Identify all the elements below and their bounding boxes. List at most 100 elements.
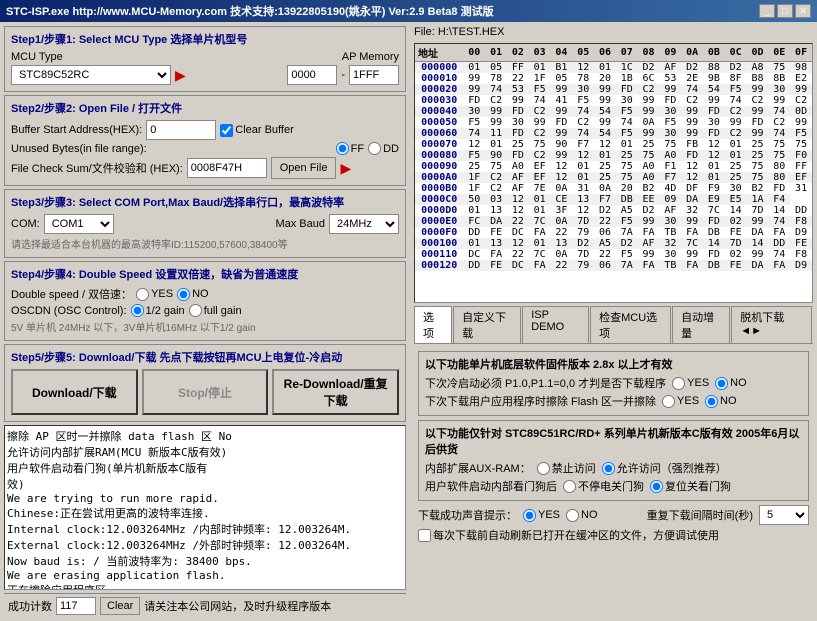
hex-data-cell: 54 bbox=[594, 106, 616, 117]
opt1-no-radio[interactable] bbox=[715, 377, 728, 390]
hex-data-cell: 74 bbox=[572, 106, 594, 117]
hex-data-cell: 79 bbox=[572, 260, 594, 271]
download-button[interactable]: Download/下载 bbox=[11, 369, 138, 415]
double-speed-no[interactable]: NO bbox=[177, 288, 209, 301]
wdt-reset[interactable]: 复位关看门狗 bbox=[650, 478, 731, 494]
hex-addr-cell: 000090 bbox=[415, 161, 463, 172]
hex-row: 0000902575A0EF12012575A0F11201257580FF bbox=[415, 161, 812, 172]
ap-start-input[interactable] bbox=[287, 65, 337, 85]
tab-4[interactable]: 自动增量 bbox=[672, 306, 730, 343]
double-speed-yes[interactable]: YES bbox=[136, 288, 173, 301]
aux-enable[interactable]: 允许访问（强烈推荐） bbox=[602, 460, 727, 476]
hex-data-cell: F8 bbox=[790, 216, 812, 227]
opt1-no[interactable]: NO bbox=[715, 377, 747, 390]
maximize-button[interactable]: □ bbox=[777, 4, 793, 18]
buffer-addr-input[interactable] bbox=[146, 120, 216, 140]
hex-data-cell: F5 bbox=[463, 150, 485, 161]
minimize-button[interactable]: _ bbox=[759, 4, 775, 18]
unused-bytes-label: Unused Bytes(in file range): bbox=[11, 143, 147, 155]
hex-data-cell: F7 bbox=[659, 172, 681, 183]
sound-no-radio[interactable] bbox=[566, 509, 579, 522]
half-gain-option[interactable]: 1/2 gain bbox=[131, 304, 185, 317]
hex-data-cell: 79 bbox=[572, 227, 594, 238]
ff-radio[interactable] bbox=[336, 142, 349, 155]
hex-data-cell: FA bbox=[768, 227, 790, 238]
clear-buffer-label[interactable]: Clear Buffer bbox=[220, 124, 294, 137]
hex-data-cell: 99 bbox=[507, 95, 529, 106]
aux-disable[interactable]: 禁止访问 bbox=[537, 460, 596, 476]
hex-data-cell: DD bbox=[463, 227, 485, 238]
dd-option[interactable]: DD bbox=[368, 142, 399, 155]
hex-addr-cell: 000010 bbox=[415, 73, 463, 84]
ff-option[interactable]: FF bbox=[336, 142, 364, 155]
dd-radio[interactable] bbox=[368, 142, 381, 155]
redownload-interval-select[interactable]: 5310 bbox=[759, 505, 809, 525]
opt1-yes[interactable]: YES bbox=[672, 377, 709, 390]
ap-end-input[interactable] bbox=[349, 65, 399, 85]
hex-data-cell: 99 bbox=[638, 128, 660, 139]
aux-enable-radio[interactable] bbox=[602, 462, 615, 475]
opt2-no-radio[interactable] bbox=[705, 395, 718, 408]
wdt-no-stop[interactable]: 不停电关门狗 bbox=[563, 478, 644, 494]
tab-5[interactable]: 脱机下载 ◄► bbox=[731, 306, 812, 343]
stop-button[interactable]: Stop/停止 bbox=[142, 369, 269, 415]
hex-col-header: 01 bbox=[485, 44, 507, 62]
hex-addr-cell: 000100 bbox=[415, 238, 463, 249]
open-file-button[interactable]: Open File bbox=[271, 157, 337, 179]
hex-data-cell: C2 bbox=[485, 95, 507, 106]
success-count-input[interactable] bbox=[56, 597, 96, 615]
hex-data-cell: DC bbox=[507, 260, 529, 271]
hex-data-cell: A0 bbox=[638, 172, 660, 183]
hex-data-cell: 99 bbox=[638, 216, 660, 227]
hex-data-cell: A5 bbox=[616, 205, 638, 216]
half-gain-radio[interactable] bbox=[131, 304, 144, 317]
redownload-button[interactable]: Re-Download/重复下载 bbox=[272, 369, 399, 415]
double-speed-yes-radio[interactable] bbox=[136, 288, 149, 301]
opt2-yes[interactable]: YES bbox=[662, 395, 699, 408]
aux-disable-radio[interactable] bbox=[537, 462, 550, 475]
hex-data-cell: 7A bbox=[616, 260, 638, 271]
hex-data-cell: 74 bbox=[572, 128, 594, 139]
hex-data-cell: 7C bbox=[681, 238, 703, 249]
hex-row: 0001000113120113D2A5D2AF327C147D14DDFE bbox=[415, 238, 812, 249]
hex-data-cell: 99 bbox=[594, 117, 616, 128]
full-gain-radio[interactable] bbox=[189, 304, 202, 317]
hex-row: 000050F5993099FDC299740AF5993099FDC299 bbox=[415, 117, 812, 128]
wdt-reset-radio[interactable] bbox=[650, 480, 663, 493]
hex-data-cell: D2 bbox=[616, 238, 638, 249]
tab-2[interactable]: ISP DEMO bbox=[522, 306, 589, 343]
tab-1[interactable]: 自定义下载 bbox=[453, 306, 521, 343]
option-row2-label: 下次下载用户应用程序时擦除 Flash 区一并擦除 bbox=[425, 393, 656, 409]
tab-3[interactable]: 检查MCU选项 bbox=[590, 306, 671, 343]
clear-buffer-checkbox[interactable] bbox=[220, 124, 233, 137]
hex-data-cell: 12 bbox=[572, 62, 594, 74]
hex-data-cell: 80 bbox=[768, 172, 790, 183]
hex-data-cell: 1F bbox=[529, 73, 551, 84]
hex-data-cell: 74 bbox=[616, 117, 638, 128]
opt2-no[interactable]: NO bbox=[705, 395, 737, 408]
sound-yes[interactable]: YES bbox=[523, 509, 560, 522]
auto-open-label[interactable]: 每次下载前自动刷新已打开在缓冲区的文件，方便调试使用 bbox=[418, 527, 719, 543]
hex-data-cell: 25 bbox=[725, 161, 747, 172]
mcu-type-select[interactable]: STC89C52RC STC89C51RC STC89C54RC bbox=[11, 65, 171, 85]
clear-button[interactable]: Clear bbox=[100, 597, 140, 615]
auto-open-checkbox[interactable] bbox=[418, 529, 431, 542]
sound-yes-radio[interactable] bbox=[523, 509, 536, 522]
hex-row: 0000D0011312013F12D2A5D2AF327C147D14DD bbox=[415, 205, 812, 216]
baud-select[interactable]: 24MHz12MHz6MHz bbox=[329, 214, 399, 234]
com-select[interactable]: COM1COM2COM3 bbox=[44, 214, 114, 234]
hex-data-cell: DD bbox=[790, 205, 812, 216]
hex-data-cell: 99 bbox=[790, 117, 812, 128]
close-button[interactable]: ✕ bbox=[795, 4, 811, 18]
hex-data-cell: 12 bbox=[463, 139, 485, 150]
opt2-yes-radio[interactable] bbox=[662, 395, 675, 408]
hex-data-cell: 54 bbox=[703, 84, 725, 95]
double-speed-no-radio[interactable] bbox=[177, 288, 190, 301]
sound-no[interactable]: NO bbox=[566, 509, 598, 522]
file-check-input[interactable] bbox=[187, 158, 267, 178]
tab-0[interactable]: 选项 bbox=[414, 306, 452, 343]
full-gain-option[interactable]: full gain bbox=[189, 304, 242, 317]
wdt-no-stop-radio[interactable] bbox=[563, 480, 576, 493]
opt1-yes-radio[interactable] bbox=[672, 377, 685, 390]
hex-data-cell: 7C bbox=[529, 216, 551, 227]
